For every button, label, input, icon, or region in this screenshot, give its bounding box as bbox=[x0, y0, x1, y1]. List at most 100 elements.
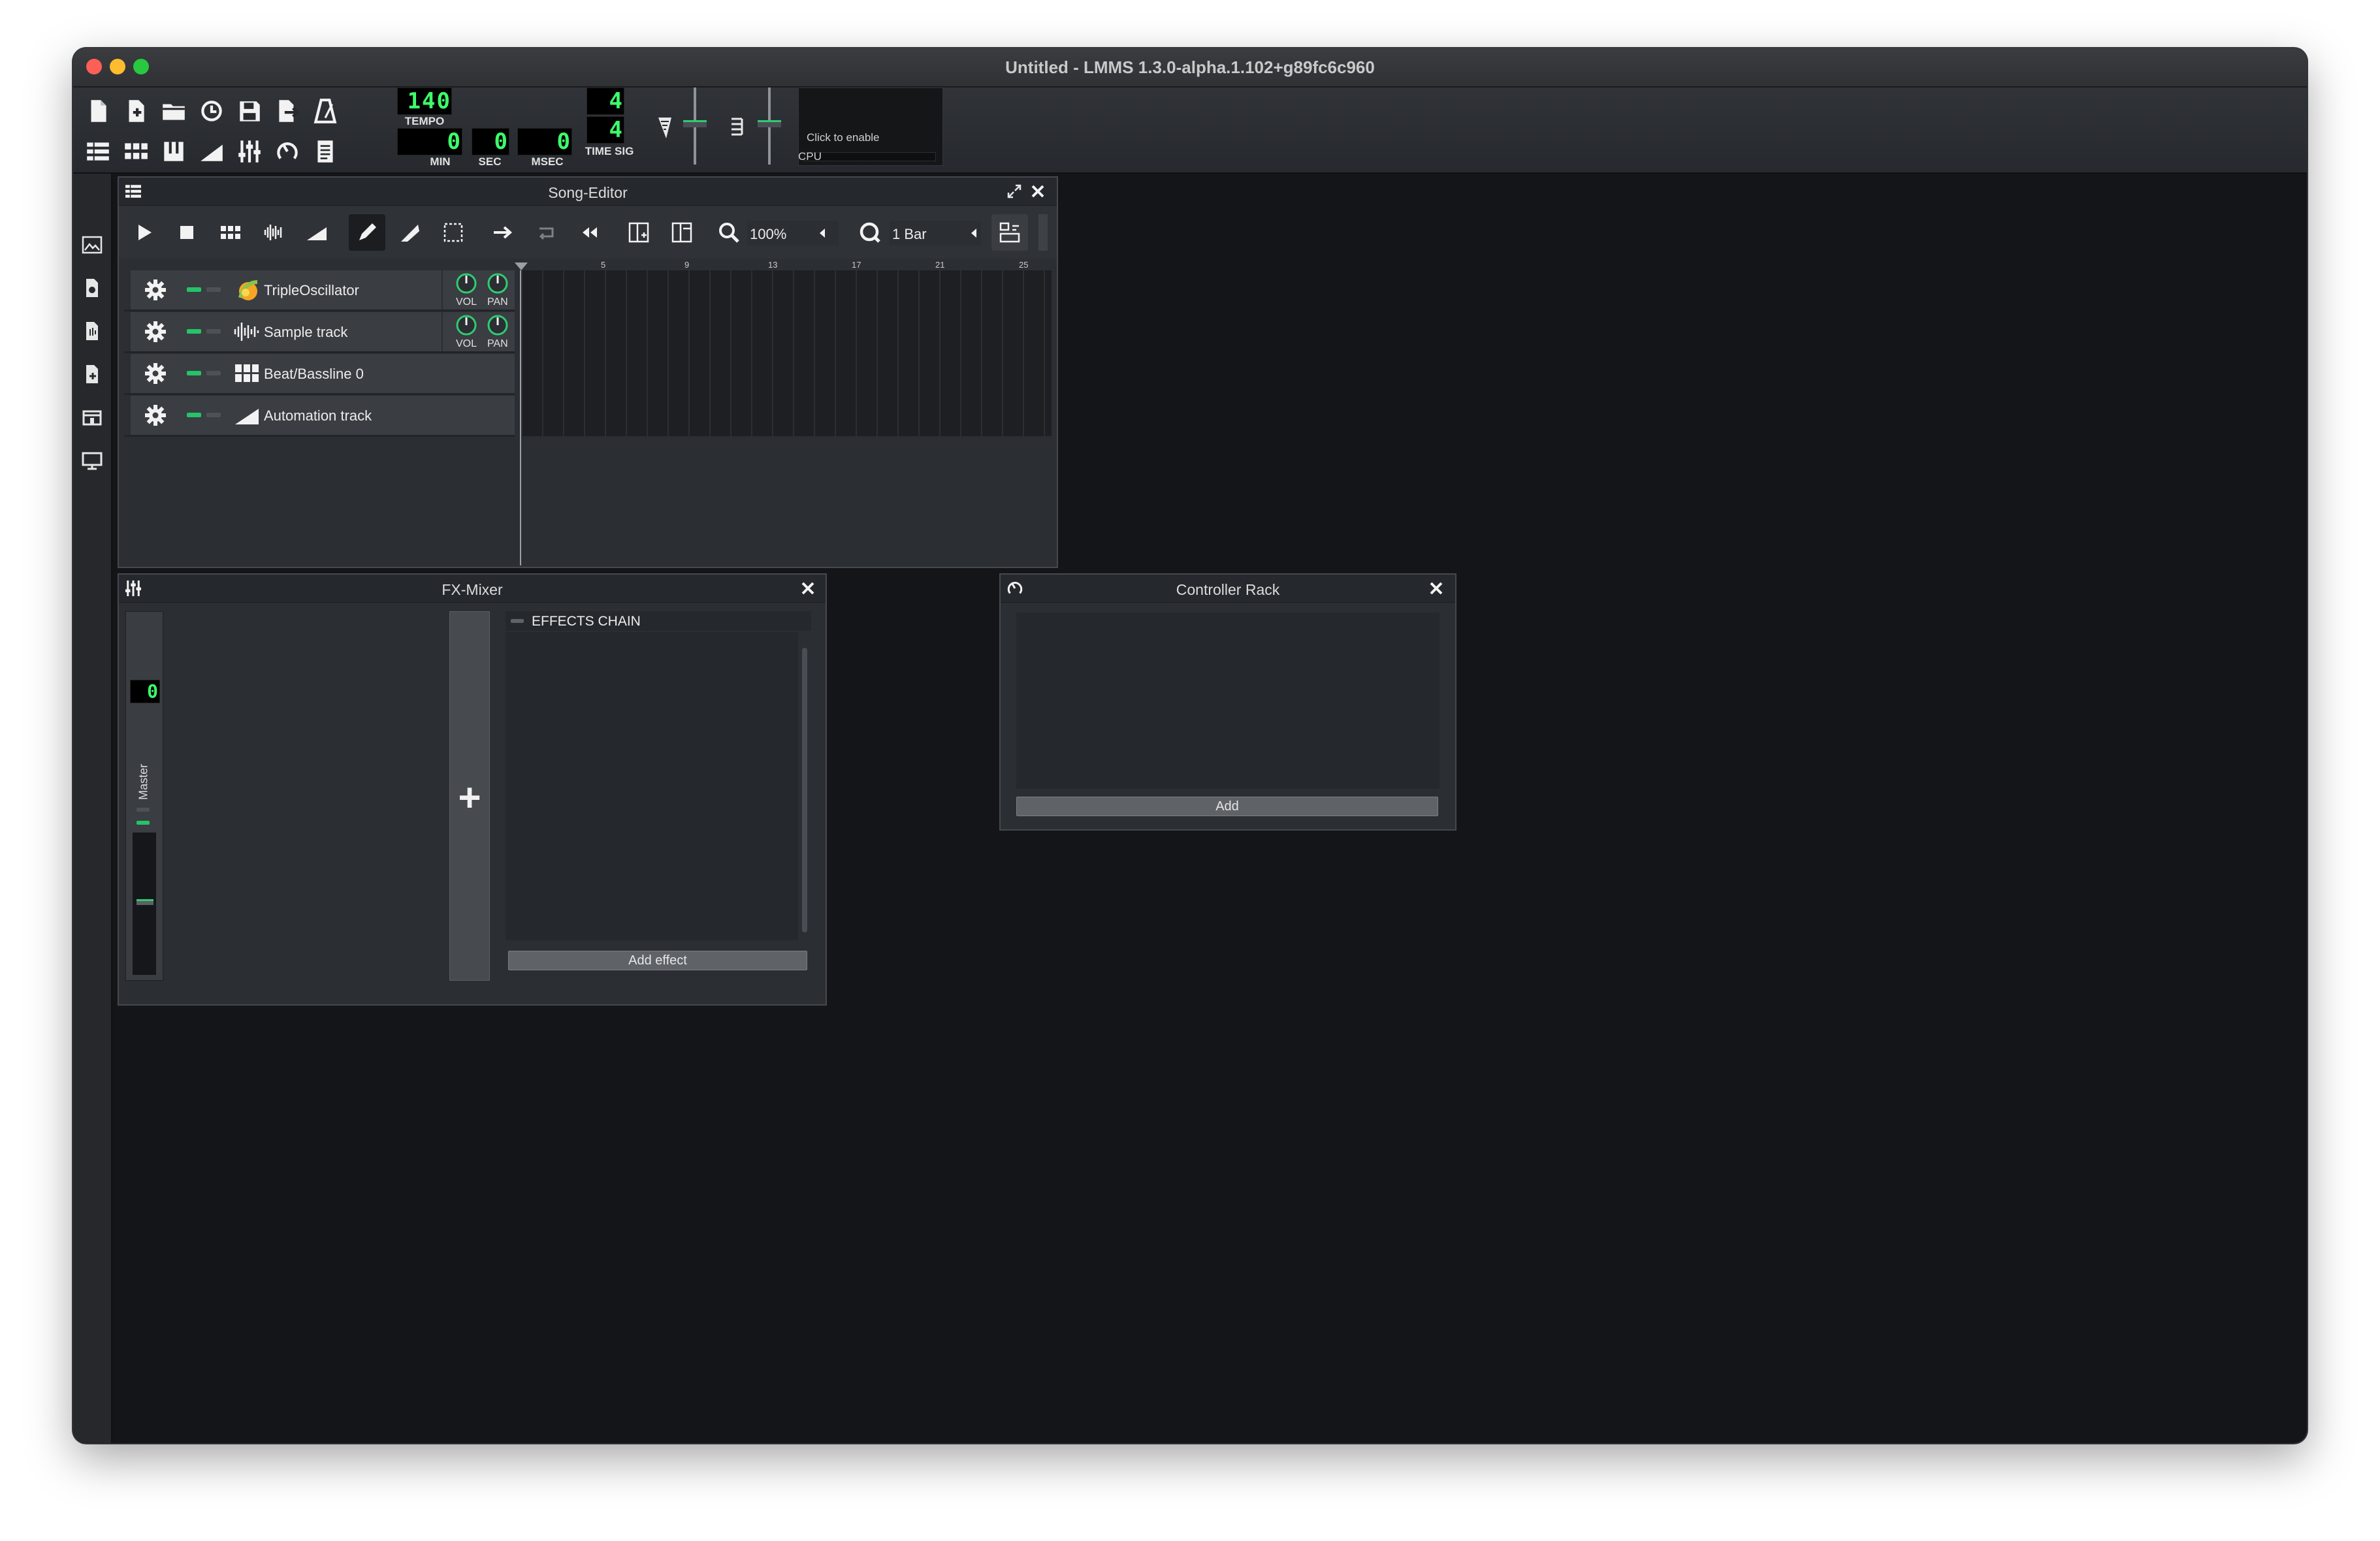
gear-icon[interactable] bbox=[144, 404, 167, 430]
add-effect-label: Add effect bbox=[628, 953, 687, 968]
cpu-hint: Click to enable bbox=[807, 131, 880, 144]
pan-knob[interactable] bbox=[486, 272, 509, 298]
controller-rack-titlebar[interactable]: Controller Rack bbox=[1001, 575, 1455, 603]
solo-toggle[interactable] bbox=[206, 413, 221, 417]
track-row-beat-bassline[interactable]: Beat/Bassline 0 bbox=[124, 354, 515, 395]
channel-solo-toggle[interactable] bbox=[137, 808, 150, 812]
gear-icon[interactable] bbox=[144, 320, 167, 347]
pattern-grid[interactable] bbox=[521, 270, 1052, 436]
add-automation-track-icon[interactable] bbox=[299, 214, 336, 251]
mute-toggle[interactable] bbox=[187, 329, 201, 334]
master-pitch-slider[interactable] bbox=[756, 87, 782, 165]
open-folder-icon[interactable] bbox=[157, 94, 191, 128]
channel-fader-handle[interactable] bbox=[137, 899, 153, 905]
track-grip[interactable] bbox=[124, 312, 131, 351]
draw-mode-icon[interactable] bbox=[349, 214, 385, 251]
channel-mute-toggle[interactable] bbox=[137, 821, 150, 825]
solo-toggle[interactable] bbox=[206, 329, 221, 334]
track-grip[interactable] bbox=[124, 354, 131, 393]
automation-editor-icon[interactable] bbox=[195, 135, 229, 168]
my-projects-icon[interactable] bbox=[78, 274, 106, 302]
my-home-icon[interactable] bbox=[78, 404, 106, 431]
song-editor-titlebar[interactable]: Song-Editor bbox=[119, 178, 1057, 206]
volume-knob[interactable] bbox=[455, 272, 478, 298]
remove-bar-icon[interactable] bbox=[664, 214, 700, 251]
stop-behaviour-icon[interactable] bbox=[571, 214, 607, 251]
play-icon[interactable] bbox=[125, 214, 162, 251]
effects-chain-header[interactable]: EFFECTS CHAIN bbox=[506, 611, 811, 631]
track-container: 5 9 13 17 21 25 TripleOscillator VOL PAN… bbox=[119, 260, 1057, 565]
song-editor-icon[interactable] bbox=[81, 135, 115, 168]
piano-roll-icon[interactable] bbox=[157, 135, 191, 168]
automation-track-icon bbox=[234, 405, 260, 429]
track-row-automation[interactable]: Automation track bbox=[124, 396, 515, 437]
tempo-display[interactable]: 140 bbox=[397, 87, 452, 115]
mute-toggle[interactable] bbox=[187, 287, 201, 292]
select-mode-icon[interactable] bbox=[435, 214, 472, 251]
gear-icon[interactable] bbox=[144, 278, 167, 305]
controller-rack-icon[interactable] bbox=[270, 135, 304, 168]
export-icon[interactable] bbox=[270, 94, 304, 128]
my-presets-icon[interactable] bbox=[78, 360, 106, 388]
my-samples-icon[interactable] bbox=[78, 317, 106, 345]
add-controller-button[interactable]: Add bbox=[1016, 797, 1438, 816]
add-beat-bassline-icon[interactable] bbox=[213, 214, 249, 251]
save-icon[interactable] bbox=[233, 94, 266, 128]
channel-fader[interactable] bbox=[137, 833, 156, 975]
zoom-combobox[interactable]: 100% bbox=[747, 221, 839, 246]
effects-scrollbar-handle[interactable] bbox=[802, 648, 807, 932]
autoscroll-icon[interactable] bbox=[485, 214, 521, 251]
effects-list[interactable] bbox=[506, 632, 798, 940]
track-grip[interactable] bbox=[124, 270, 131, 310]
effects-scrollbar[interactable] bbox=[798, 632, 811, 945]
add-effect-button[interactable]: Add effect bbox=[508, 951, 807, 970]
master-channel-strip[interactable]: 0 Master bbox=[125, 611, 163, 981]
metronome-icon[interactable] bbox=[308, 94, 342, 128]
time-sig-denominator[interactable]: 4 bbox=[587, 116, 624, 144]
add-sample-track-icon[interactable] bbox=[256, 214, 293, 251]
track-row-sample-track[interactable]: Sample track VOL PAN bbox=[124, 312, 515, 353]
fx-mixer-title: FX-Mixer bbox=[442, 581, 503, 598]
beat-bassline-icon[interactable] bbox=[119, 135, 153, 168]
close-icon[interactable] bbox=[798, 579, 818, 598]
cpu-label: CPU bbox=[798, 150, 822, 163]
add-channel-button[interactable]: + bbox=[449, 611, 490, 981]
time-sig-numerator-value: 4 bbox=[609, 88, 624, 114]
close-icon[interactable] bbox=[1028, 182, 1048, 201]
pan-knob[interactable] bbox=[486, 313, 509, 340]
master-volume-slider[interactable] bbox=[682, 87, 708, 165]
stop-icon[interactable] bbox=[169, 214, 205, 251]
track-row-triple-oscillator[interactable]: TripleOscillator VOL PAN bbox=[124, 270, 515, 311]
timeline-ruler[interactable]: 5 9 13 17 21 25 bbox=[519, 260, 1054, 270]
new-file-icon[interactable] bbox=[81, 94, 115, 128]
time-sig-numerator[interactable]: 4 bbox=[587, 87, 624, 115]
track-grip[interactable] bbox=[124, 396, 131, 435]
effects-chain-toggle[interactable] bbox=[511, 619, 524, 623]
solo-toggle[interactable] bbox=[206, 371, 221, 375]
fx-mixer-titlebar[interactable]: FX-Mixer bbox=[119, 575, 826, 603]
maximize-icon[interactable] bbox=[1006, 183, 1023, 203]
controller-list[interactable] bbox=[1016, 612, 1439, 789]
project-notes-icon[interactable] bbox=[308, 135, 342, 168]
effects-chain-label: EFFECTS CHAIN bbox=[532, 614, 641, 629]
volume-label: VOL bbox=[456, 338, 477, 349]
mute-toggle[interactable] bbox=[187, 371, 201, 375]
ruler-mark-13: 13 bbox=[768, 260, 778, 270]
recent-projects-icon[interactable] bbox=[195, 94, 229, 128]
root-directory-icon[interactable] bbox=[78, 447, 106, 474]
instrument-plugins-icon[interactable] bbox=[78, 231, 106, 259]
fx-mixer-icon[interactable] bbox=[233, 135, 266, 168]
gear-icon[interactable] bbox=[144, 362, 167, 389]
volume-knob[interactable] bbox=[455, 313, 478, 340]
proportional-snap-icon[interactable] bbox=[991, 214, 1028, 251]
close-icon[interactable] bbox=[1426, 579, 1446, 598]
solo-toggle[interactable] bbox=[206, 287, 221, 292]
insert-bar-icon[interactable] bbox=[620, 214, 657, 251]
mute-toggle[interactable] bbox=[187, 413, 201, 417]
new-from-template-icon[interactable] bbox=[119, 94, 153, 128]
knife-mode-icon[interactable] bbox=[392, 214, 428, 251]
quantize-combobox[interactable]: 1 Bar bbox=[890, 221, 981, 246]
loop-points-icon[interactable] bbox=[528, 214, 564, 251]
ruler-mark-21: 21 bbox=[935, 260, 945, 270]
track-name: Beat/Bassline 0 bbox=[264, 366, 364, 382]
